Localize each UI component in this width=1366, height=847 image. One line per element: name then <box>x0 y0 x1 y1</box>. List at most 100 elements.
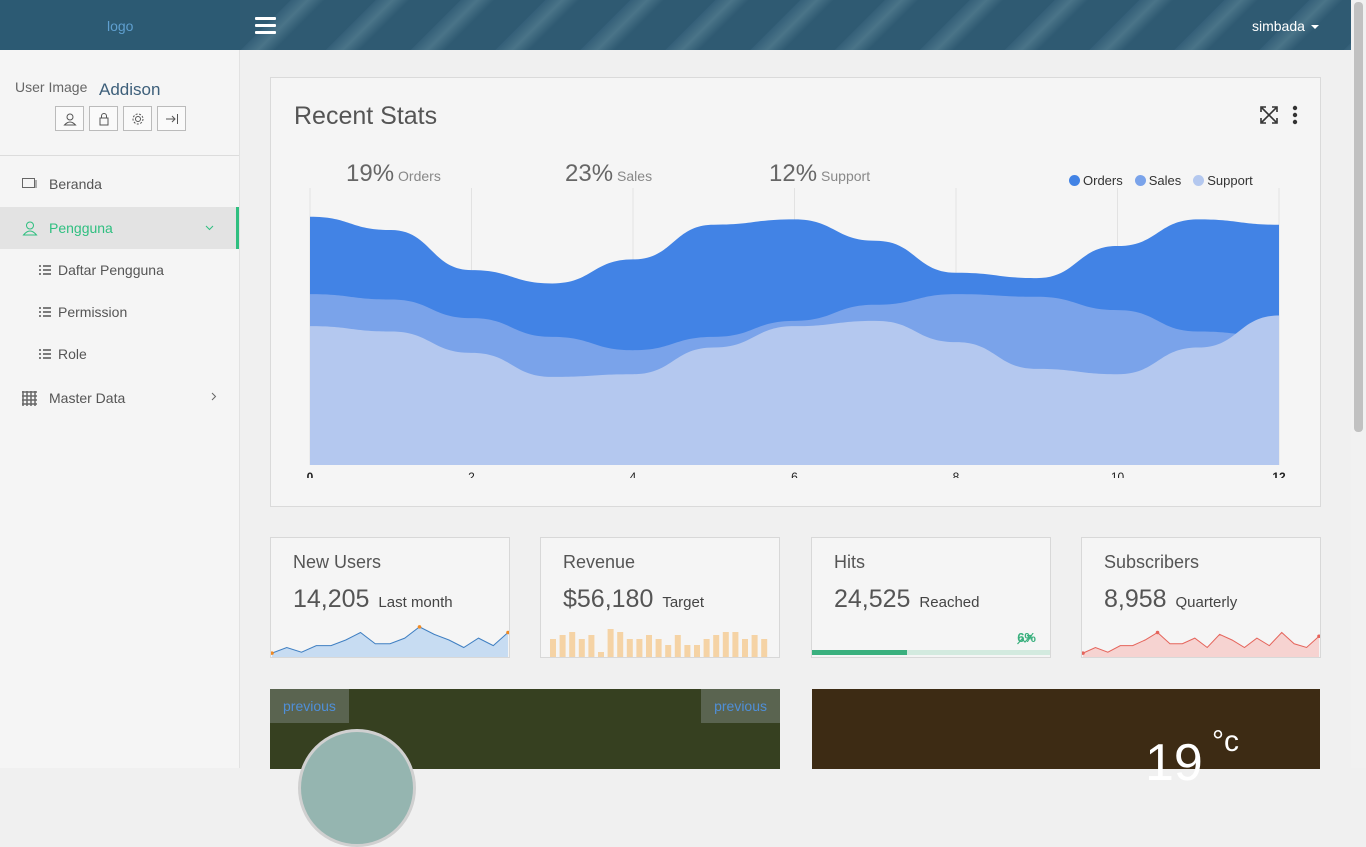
chart-legend: Orders Sales Support <box>1069 173 1253 188</box>
sidebar-item-beranda[interactable]: Beranda <box>0 163 239 205</box>
sparkline-bar <box>550 639 556 657</box>
card-value-sub: Reached <box>919 594 980 611</box>
sparkline-bar <box>694 645 700 657</box>
new-users-sparkline <box>271 625 509 657</box>
sparkline-dot <box>1155 630 1160 635</box>
legend-label: Sales <box>1148 173 1182 188</box>
caret-down-icon <box>1310 25 1319 30</box>
sidebar-item-label: Pengguna <box>49 220 113 236</box>
stat-orders-pct: 19% <box>346 160 395 187</box>
more-vertical-icon[interactable] <box>1292 105 1298 125</box>
hits-percentage: 6% <box>1017 630 1036 645</box>
sidebar-item-pengguna[interactable]: Pengguna <box>0 207 239 249</box>
sparkline-bar <box>578 639 585 657</box>
hits-progress-bar <box>812 650 1050 655</box>
sparkline-bar <box>598 652 604 657</box>
temperature-unit: °c <box>1212 725 1239 758</box>
sidebar-item-label: Master Data <box>49 390 126 406</box>
sidebar-subitem-daftar-pengguna[interactable]: Daftar Pengguna <box>0 249 239 291</box>
sparkline-bar <box>617 632 624 657</box>
legend-orders[interactable]: Orders <box>1069 173 1123 188</box>
lock-button[interactable] <box>89 106 118 131</box>
stat-orders: 19% Orders <box>346 160 441 188</box>
card-value-sub: Last month <box>378 594 453 611</box>
user-menu[interactable]: simbada <box>1252 18 1319 34</box>
logout-button[interactable] <box>157 106 186 131</box>
logo-area[interactable]: logo <box>0 0 240 50</box>
x-tick-label: 0 <box>307 470 314 478</box>
grid-icon <box>22 390 40 406</box>
stat-orders-label: Orders <box>398 168 441 184</box>
logo[interactable]: logo <box>107 18 133 34</box>
menu-toggle-icon[interactable] <box>255 17 276 35</box>
chevron-down-icon <box>205 222 214 234</box>
x-tick-label: 10 <box>1111 470 1125 478</box>
sparkline-bar <box>722 632 729 657</box>
stat-support: 12% Support <box>769 160 870 188</box>
stat-sales-label: Sales <box>617 168 653 184</box>
user-name: Addison <box>99 80 161 99</box>
user-actions <box>55 106 186 131</box>
previous-button-right[interactable]: previous <box>701 689 780 723</box>
sparkline-bar <box>588 635 595 657</box>
card-hits: Hits 24,525 Reached 6% <box>811 537 1051 658</box>
top-bar-pattern <box>240 0 1351 50</box>
sparkline-bar <box>655 639 662 657</box>
profile-widget: previous previous <box>270 689 780 847</box>
card-value-number: 24,525 <box>834 585 911 613</box>
x-tick-label: 8 <box>953 470 960 478</box>
previous-button[interactable]: previous <box>270 689 349 723</box>
user-image: User Image <box>15 79 88 95</box>
temperature-value: 19 <box>1145 734 1203 792</box>
sparkline-bar <box>703 639 710 657</box>
card-title: Revenue <box>563 552 636 572</box>
sidebar-subitem-permission[interactable]: Permission <box>0 291 239 333</box>
card-title: Subscribers <box>1104 552 1200 572</box>
fullscreen-icon[interactable] <box>1260 106 1278 124</box>
sparkline-bar <box>751 635 758 657</box>
sparkline-bar <box>646 635 652 657</box>
card-value: 24,525 Reached <box>834 585 979 614</box>
card-value: 14,205 Last month <box>293 585 453 614</box>
user-icon <box>22 220 40 236</box>
logout-icon <box>165 113 178 124</box>
card-subscribers: Subscribers 8,958 Quarterly <box>1081 537 1321 658</box>
settings-button[interactable] <box>123 106 152 131</box>
x-tick-label: 6 <box>791 470 798 478</box>
top-bar: logo simbada <box>0 0 1351 50</box>
sparkline-bar <box>742 639 748 657</box>
sidebar-item-label: Role <box>58 346 87 362</box>
list-icon <box>39 349 51 359</box>
stat-sales-pct: 23% <box>565 160 614 187</box>
legend-support[interactable]: Support <box>1193 173 1253 188</box>
hits-progress-fill <box>812 650 908 655</box>
profile-button[interactable] <box>55 106 84 131</box>
sidebar-item-master-data[interactable]: Master Data <box>0 377 239 419</box>
sparkline-bar <box>732 632 739 657</box>
sparkline-bar <box>607 629 614 657</box>
sparkline-dot <box>417 625 422 629</box>
trending-up-icon <box>1017 634 1032 645</box>
legend-label: Orders <box>1083 173 1123 188</box>
monitor-icon <box>22 178 40 190</box>
card-title: New Users <box>293 552 382 572</box>
scrollbar-thumb[interactable] <box>1354 2 1363 432</box>
card-new-users: New Users 14,205 Last month <box>270 537 510 658</box>
list-icon <box>39 307 51 317</box>
card-value-number: 14,205 <box>293 585 370 613</box>
card-value: $56,180 Target <box>563 585 704 614</box>
card-value-sub: Quarterly <box>1175 594 1238 611</box>
panel-tools <box>1260 105 1298 125</box>
stat-support-pct: 12% <box>769 160 818 187</box>
sidebar-item-label: Beranda <box>49 176 102 192</box>
legend-sales[interactable]: Sales <box>1134 173 1182 188</box>
card-value-sub: Target <box>662 594 705 611</box>
avatar <box>298 729 416 847</box>
card-value-number: 8,958 <box>1104 585 1167 613</box>
card-value: 8,958 Quarterly <box>1104 585 1237 614</box>
sidebar-item-label: Daftar Pengguna <box>58 262 164 278</box>
page-scrollbar[interactable] <box>1351 0 1366 768</box>
sparkline-bar <box>761 639 768 657</box>
sidebar-subitem-role[interactable]: Role <box>0 333 239 375</box>
lock-icon <box>99 112 108 125</box>
